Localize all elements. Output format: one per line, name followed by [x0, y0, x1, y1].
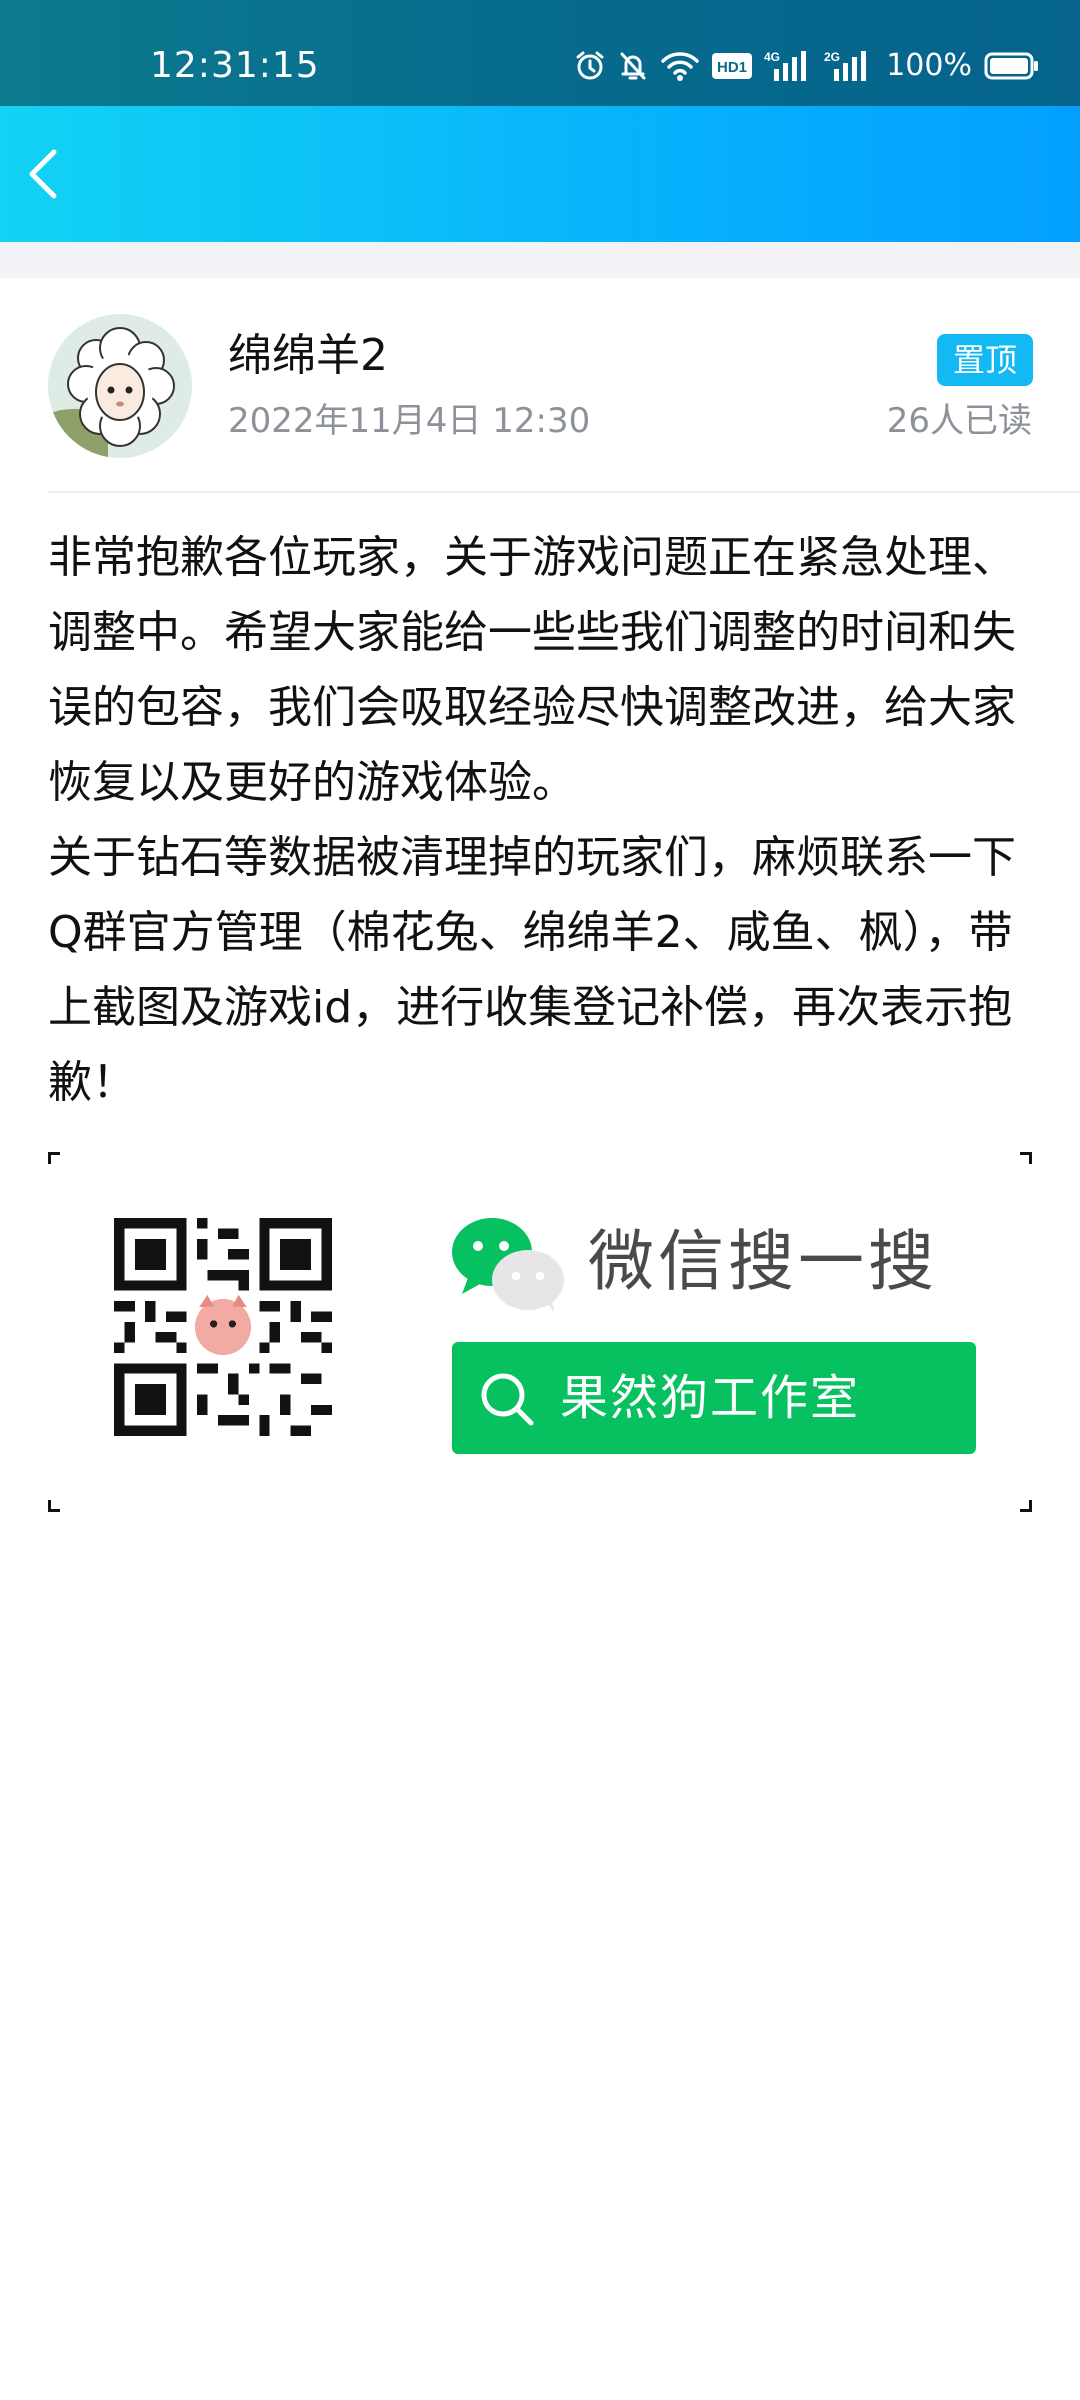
wechat-search-card[interactable]: 微信搜一搜 果然狗工作室	[48, 1152, 1032, 1512]
hd-icon: HD1	[712, 53, 753, 79]
divider	[48, 491, 1080, 493]
mute-bell-icon	[620, 52, 646, 80]
wechat-search-title: 微信搜一搜	[588, 1223, 938, 1300]
hd-label: HD1	[717, 59, 747, 76]
wechat-logo-icon	[452, 1218, 564, 1312]
author-name[interactable]: 绵绵羊2	[228, 326, 388, 386]
corner-mark	[1020, 1500, 1032, 1512]
2g-signal-icon: 2G	[824, 50, 867, 81]
4g-label: 4G	[764, 50, 780, 64]
wechat-search-label: 果然狗工作室	[560, 1370, 861, 1426]
app-bar	[0, 106, 1080, 242]
read-count: 26人已读	[886, 401, 1032, 441]
2g-label: 2G	[824, 50, 840, 64]
4g-signal-icon: 4G	[764, 50, 807, 81]
wechat-search-button[interactable]: 果然狗工作室	[452, 1342, 976, 1454]
avatar[interactable]	[48, 314, 192, 458]
pinned-badge: 置顶	[937, 334, 1033, 386]
status-icons: HD1 4G 2G 100%	[574, 44, 1040, 88]
status-time: 12:31:15	[150, 45, 320, 86]
corner-mark	[48, 1500, 60, 1512]
sheep-avatar-icon	[48, 314, 192, 458]
search-icon	[481, 1373, 534, 1426]
post-time: 2022年11月4日 12:30	[228, 401, 591, 441]
post-header: 绵绵羊2 2022年11月4日 12:30 置顶 26人已读	[0, 278, 1080, 492]
post-body: 非常抱歉各位玩家，关于游戏问题正在紧急处理、调整中。希望大家能给一些些我们调整的…	[48, 532, 1016, 1108]
qr-code-icon[interactable]	[114, 1218, 332, 1436]
battery-percent: 100%	[886, 48, 972, 83]
alarm-icon	[576, 51, 604, 80]
status-bar: 12:31:15 HD1 4G 2G 100%	[0, 0, 1080, 106]
back-button[interactable]	[14, 142, 78, 206]
wifi-icon	[661, 52, 699, 81]
battery-icon	[984, 52, 1038, 80]
corner-mark	[1020, 1152, 1032, 1164]
corner-mark	[48, 1152, 60, 1164]
section-gap	[0, 242, 1080, 278]
chevron-left-icon	[29, 149, 57, 199]
